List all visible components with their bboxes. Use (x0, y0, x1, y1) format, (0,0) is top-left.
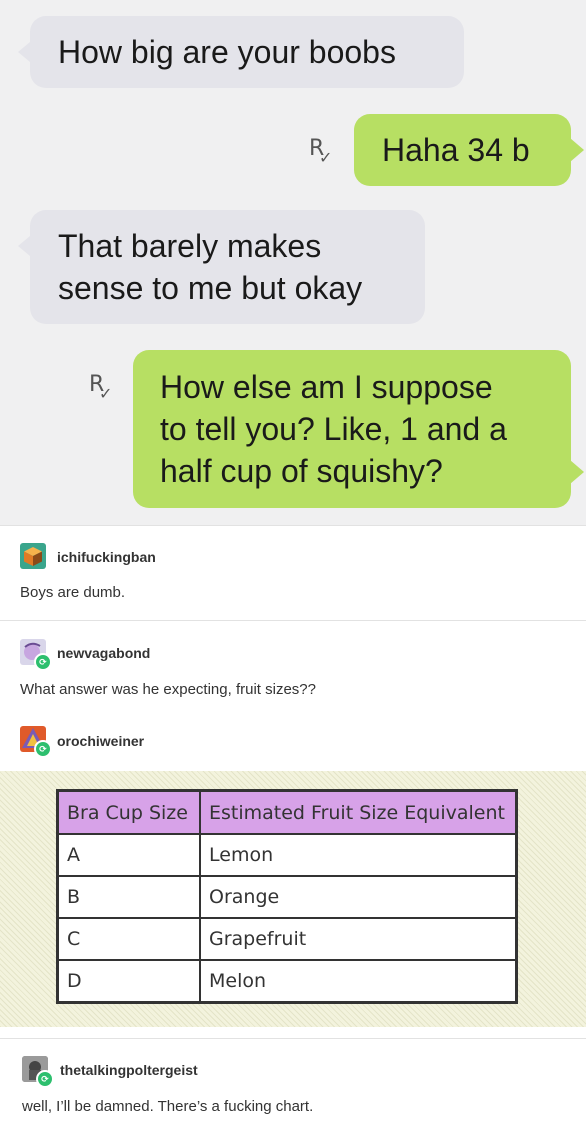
fruit-cell: Grapefruit (199, 917, 518, 961)
reblog-entry: ⟳ newvagabond What answer was he expecti… (0, 636, 586, 706)
reblog-icon: ⟳ (36, 1070, 54, 1088)
table-header-row: Bra Cup Size Estimated Fruit Size Equiva… (56, 789, 518, 835)
sent-message: Haha 34 b (354, 114, 571, 186)
reblog-icon: ⟳ (34, 740, 52, 758)
column-header: Estimated Fruit Size Equivalent (199, 789, 518, 835)
bubble-tail (570, 460, 584, 484)
chart-image: Bra Cup Size Estimated Fruit Size Equiva… (0, 771, 586, 1027)
column-header: Bra Cup Size (56, 789, 201, 835)
message-line: sense to me but okay (58, 270, 363, 306)
username[interactable]: newvagabond (57, 645, 150, 661)
table-row: A Lemon (56, 833, 518, 877)
message-line: How else am I suppose (160, 369, 493, 405)
divider (0, 620, 586, 621)
reblog-entry: ichifuckingban Boys are dumb. (0, 540, 586, 610)
table-row: B Orange (56, 875, 518, 919)
read-receipt-icon: R ✓ (89, 372, 113, 403)
cup-size-cell: C (56, 917, 201, 961)
sent-message: How else am I suppose to tell you? Like,… (133, 350, 571, 508)
cube-avatar-icon (24, 547, 42, 566)
username[interactable]: thetalkingpoltergeist (60, 1062, 198, 1078)
message-line: half cup of squishy? (160, 453, 443, 489)
bubble-tail (570, 138, 584, 162)
chat-screenshot: How big are your boobs R ✓ Haha 34 b That… (0, 0, 586, 525)
reblog-icon: ⟳ (34, 653, 52, 671)
post-text: What answer was he expecting, fruit size… (20, 681, 316, 698)
read-receipt-icon: R ✓ (309, 136, 333, 167)
reblog-entry: ⟳ thetalkingpoltergeist well, I’ll be da… (0, 1054, 586, 1124)
message-line: That barely makes (58, 228, 322, 264)
fruit-cell: Melon (199, 959, 518, 1004)
divider (0, 525, 586, 526)
bubble-tail (18, 42, 30, 62)
bra-size-table: Bra Cup Size Estimated Fruit Size Equiva… (56, 789, 518, 1004)
received-message: That barely makes sense to me but okay (30, 210, 425, 324)
fruit-cell: Lemon (199, 833, 518, 877)
divider (0, 1038, 586, 1039)
cup-size-cell: D (56, 959, 201, 1004)
avatar[interactable] (20, 543, 46, 569)
cup-size-cell: A (56, 833, 201, 877)
table-row: D Melon (56, 959, 518, 1004)
table-row: C Grapefruit (56, 917, 518, 961)
username[interactable]: ichifuckingban (57, 549, 156, 565)
reblog-entry: ⟳ orochiweiner (0, 726, 586, 758)
message-text: Haha 34 b (382, 132, 530, 168)
post-text: well, I’ll be damned. There’s a fucking … (22, 1098, 314, 1115)
cup-size-cell: B (56, 875, 201, 919)
received-message: How big are your boobs (30, 16, 464, 88)
bubble-tail (18, 236, 30, 256)
message-line: to tell you? Like, 1 and a (160, 411, 507, 447)
fruit-cell: Orange (199, 875, 518, 919)
post-text: Boys are dumb. (20, 584, 126, 601)
message-text: How big are your boobs (58, 34, 396, 70)
username[interactable]: orochiweiner (57, 733, 144, 749)
